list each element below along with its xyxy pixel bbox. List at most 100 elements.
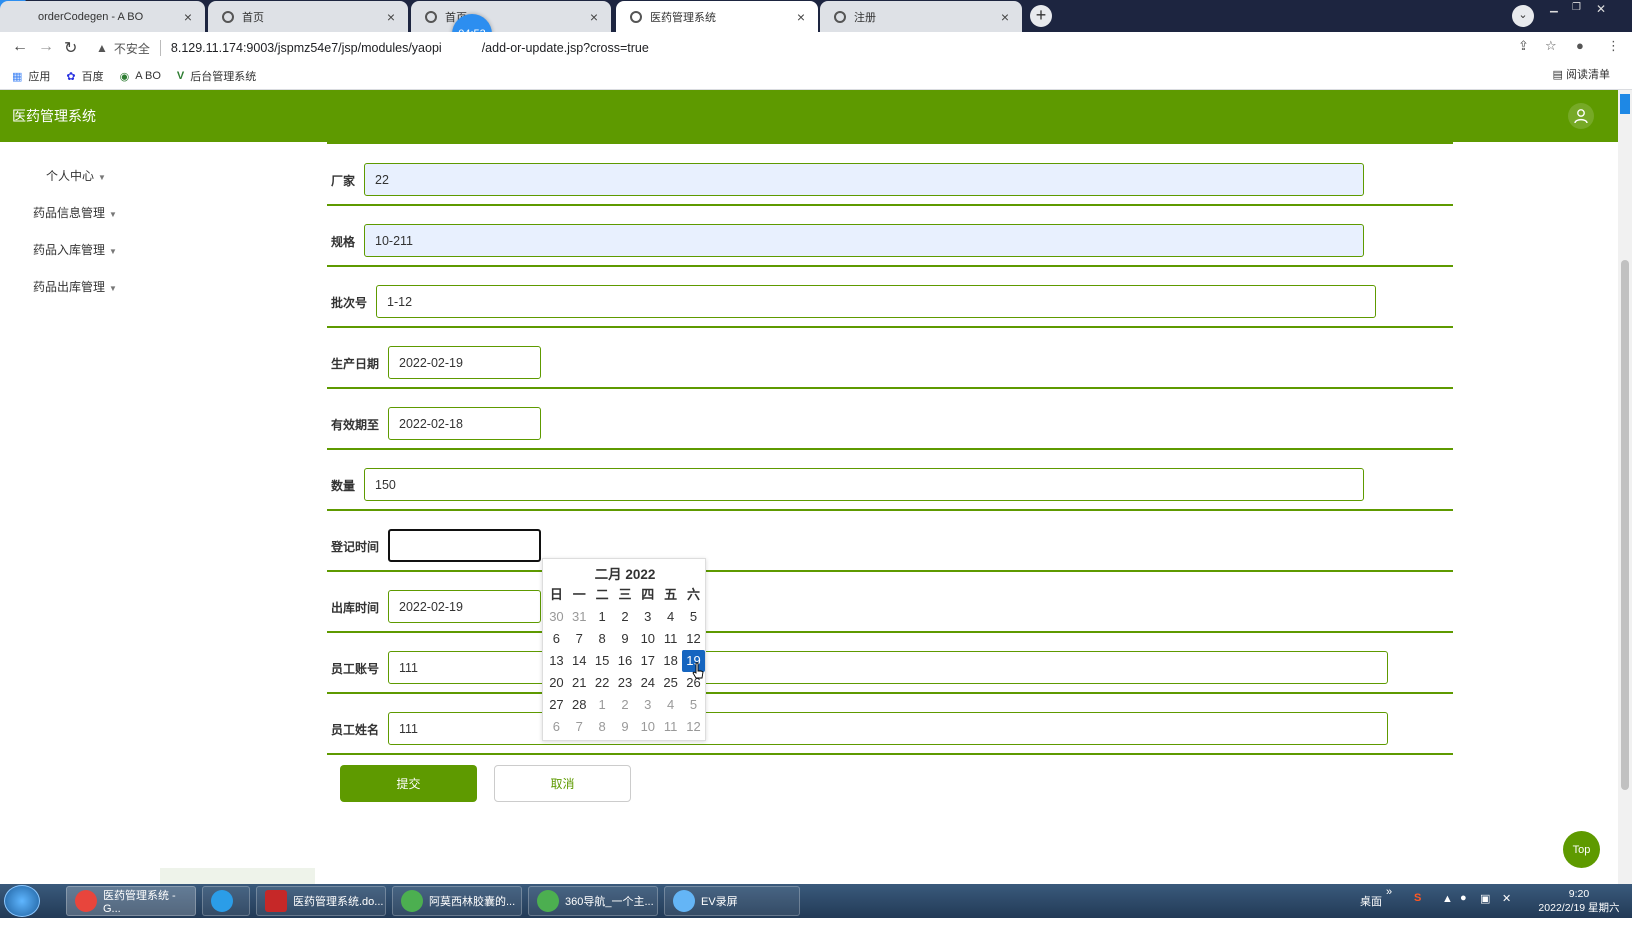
date-cell[interactable]: 8	[591, 628, 614, 650]
date-cell[interactable]: 6	[545, 716, 568, 738]
date-cell[interactable]: 15	[591, 650, 614, 672]
scrollbar-thumb[interactable]	[1621, 260, 1629, 790]
date-cell[interactable]: 12	[682, 628, 705, 650]
reading-list[interactable]: ▤ 阅读清单	[1553, 66, 1610, 82]
date-cell[interactable]: 10	[636, 628, 659, 650]
date-cell[interactable]: 30	[545, 606, 568, 628]
batch-number-input[interactable]: 1-12	[376, 285, 1376, 318]
chevron-down-icon[interactable]: ⌄	[1512, 5, 1534, 27]
tab-pharmacy-system[interactable]: 医药管理系统 ×	[616, 1, 818, 32]
date-cell[interactable]: 5	[682, 694, 705, 716]
back-to-top-button[interactable]: Top	[1563, 831, 1600, 868]
sidebar-item-drug-inbound[interactable]: 药品入库管理 ▼	[33, 241, 117, 258]
bookmark-baidu[interactable]: ✿ 百度	[66, 68, 103, 84]
staff-account-input[interactable]: 111	[388, 651, 1388, 684]
maximize-icon[interactable]: ❐	[1572, 2, 1581, 13]
forward-arrow-icon[interactable]: →	[38, 38, 54, 56]
date-cell[interactable]: 10	[636, 716, 659, 738]
sidebar-item-drug-info[interactable]: 药品信息管理 ▼	[33, 204, 117, 221]
date-cell[interactable]: 3	[636, 694, 659, 716]
date-cell[interactable]: 2	[614, 694, 637, 716]
date-cell[interactable]: 17	[636, 650, 659, 672]
manufacturer-input[interactable]: 22	[364, 163, 1364, 196]
desktop-toolbar[interactable]: 桌面	[1360, 893, 1382, 927]
date-cell[interactable]: 3	[636, 606, 659, 628]
chevron-right-icon[interactable]: »	[1386, 886, 1392, 920]
taskbar-item-ev-recorder[interactable]: EV录屏	[664, 886, 800, 916]
bookmark-admin[interactable]: V 后台管理系统	[177, 68, 256, 84]
date-cell[interactable]: 4	[659, 694, 682, 716]
volume-muted-icon[interactable]: ✕	[1502, 892, 1511, 926]
system-clock[interactable]: 9:20 2022/2/19 星期六	[1534, 887, 1624, 915]
date-cell[interactable]: 20	[545, 672, 568, 694]
date-cell[interactable]: 31	[568, 606, 591, 628]
windows-start-icon[interactable]	[4, 885, 40, 917]
close-icon[interactable]: ×	[382, 9, 400, 25]
network-icon[interactable]: ▣	[1480, 892, 1490, 926]
date-cell[interactable]: 2	[614, 606, 637, 628]
close-icon[interactable]: ×	[792, 9, 810, 25]
taskbar-item-player[interactable]	[202, 886, 250, 916]
quantity-input[interactable]: 150	[364, 468, 1364, 501]
date-cell[interactable]: 1	[591, 606, 614, 628]
taskbar-item-browser-1[interactable]: 阿莫西林胶囊的...	[392, 886, 522, 916]
date-cell[interactable]: 9	[614, 716, 637, 738]
date-cell[interactable]: 16	[614, 650, 637, 672]
date-cell[interactable]: 28	[568, 694, 591, 716]
date-cell[interactable]: 24	[636, 672, 659, 694]
expiry-date-input[interactable]: 2022-02-18	[388, 407, 541, 440]
date-cell[interactable]: 27	[545, 694, 568, 716]
date-cell[interactable]: 9	[614, 628, 637, 650]
taskbar-item-browser-2[interactable]: 360导航_一个主...	[528, 886, 658, 916]
date-cell[interactable]: 8	[591, 716, 614, 738]
date-cell[interactable]: 4	[659, 606, 682, 628]
date-cell[interactable]: 7	[568, 716, 591, 738]
new-tab-button[interactable]: +	[1030, 5, 1052, 27]
date-cell[interactable]: 1	[591, 694, 614, 716]
tab-ordercodegen[interactable]: orderCodegen - A BO ×	[0, 1, 205, 32]
date-cell[interactable]: 21	[568, 672, 591, 694]
user-icon[interactable]	[1568, 103, 1594, 129]
star-icon[interactable]: ☆	[1545, 38, 1557, 54]
staff-name-input[interactable]: 111	[388, 712, 1388, 745]
taskbar-item-chrome[interactable]: 医药管理系统 - G...	[66, 886, 196, 916]
close-icon[interactable]: ×	[585, 9, 603, 25]
sidebar-item-personal-center[interactable]: 个人中心 ▼	[46, 167, 106, 184]
taskbar-item-word[interactable]: 医药管理系统.do...	[256, 886, 386, 916]
tab-home-2[interactable]: 首页 ×	[411, 1, 611, 32]
qq-icon[interactable]: ●	[1460, 892, 1467, 926]
date-cell[interactable]: 14	[568, 650, 591, 672]
share-icon[interactable]: ⇪	[1518, 38, 1529, 54]
close-icon[interactable]: ×	[996, 9, 1014, 25]
menu-dots-icon[interactable]: ⋮	[1607, 38, 1620, 54]
bookmark-abo[interactable]: ◉ A BO	[120, 70, 161, 83]
date-cell[interactable]: 22	[591, 672, 614, 694]
tab-home-1[interactable]: 首页 ×	[208, 1, 408, 32]
bookmark-apps[interactable]: ▦ 应用	[12, 68, 50, 84]
sidebar-item-drug-outbound[interactable]: 药品出库管理 ▼	[33, 278, 117, 295]
date-cell[interactable]: 12	[682, 716, 705, 738]
url-field[interactable]: ▲ 不安全 8.129.11.174:9003/jspmz54e7/jsp/mo…	[96, 36, 649, 60]
close-window-icon[interactable]: ✕	[1596, 2, 1606, 16]
date-cell[interactable]: 11	[659, 628, 682, 650]
date-cell[interactable]: 5	[682, 606, 705, 628]
register-time-input[interactable]	[388, 529, 541, 562]
sogou-input-icon[interactable]: S	[1414, 892, 1421, 926]
date-cell[interactable]: 18	[659, 650, 682, 672]
date-cell[interactable]: 23	[614, 672, 637, 694]
outbound-time-input[interactable]: 2022-02-19	[388, 590, 541, 623]
close-icon[interactable]: ×	[179, 9, 197, 25]
cancel-button[interactable]: 取消	[494, 765, 631, 802]
minimize-icon[interactable]: ▁	[1550, 2, 1558, 13]
production-date-input[interactable]: 2022-02-19	[388, 346, 541, 379]
date-cell[interactable]: 11	[659, 716, 682, 738]
date-picker-month-header[interactable]: 二月 2022	[543, 563, 707, 583]
submit-button[interactable]: 提交	[340, 765, 477, 802]
date-cell[interactable]: 6	[545, 628, 568, 650]
date-cell[interactable]: 25	[659, 672, 682, 694]
page-scrollbar[interactable]	[1618, 90, 1632, 884]
spec-input[interactable]: 10-211	[364, 224, 1364, 257]
reload-icon[interactable]: ↻	[64, 38, 77, 58]
tab-register[interactable]: 注册 ×	[820, 1, 1022, 32]
tray-up-arrow-icon[interactable]: ▲	[1442, 893, 1453, 927]
